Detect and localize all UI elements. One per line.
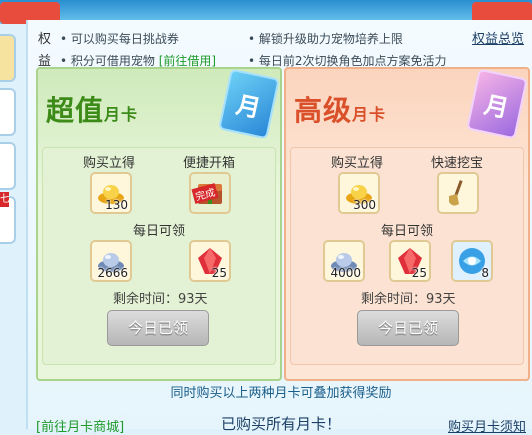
- right-daily-ticket: • 可以购买每日挑战券: [60, 32, 179, 46]
- dig-treasure-perk[interactable]: [437, 172, 479, 214]
- rights-overview-link[interactable]: 权益总览: [472, 28, 524, 47]
- card-title: 高级月卡: [294, 89, 386, 129]
- item-count: 130: [105, 198, 128, 212]
- rights-info: 权 益 • 可以购买每日挑战券 • 解锁升级助力宠物培养上限 • 积分可借用宠物…: [28, 24, 532, 69]
- premium-month-card: 高级月卡 月 购买立得 快速挖宝 300 每日可领 4000 25 8 剩余时间…: [284, 67, 530, 381]
- perk-label: 快速挖宝: [431, 156, 484, 171]
- remaining-time-value: 93天: [426, 292, 456, 307]
- remaining-time-value: 93天: [178, 292, 208, 307]
- shovel-icon: [449, 180, 463, 206]
- blue-orb-item[interactable]: 8: [451, 240, 493, 282]
- side-tab[interactable]: [0, 34, 16, 82]
- item-count: 25: [411, 266, 427, 280]
- side-tab-badge: 七: [0, 192, 10, 207]
- buy-reward-label: 购买立得: [83, 156, 136, 171]
- card-title-main: 高级: [294, 94, 353, 127]
- silver-ingot-item[interactable]: 2666: [90, 240, 132, 282]
- remaining-time: 剩余时间：93天: [113, 288, 208, 307]
- open-box-perk[interactable]: 完成: [189, 172, 231, 214]
- red-gem-item[interactable]: 25: [189, 240, 231, 282]
- card-title-main: 超值: [46, 94, 105, 127]
- silver-ingot-item[interactable]: 4000: [323, 240, 365, 282]
- card-title: 超值月卡: [46, 89, 138, 129]
- side-tab[interactable]: [0, 142, 16, 190]
- remaining-time: 剩余时间：93天: [361, 288, 456, 307]
- card-rewards: 购买立得 便捷开箱 130 完成 每日可领 2666 25 剩余时间：93天 今…: [42, 147, 276, 365]
- borrow-link[interactable]: [前往借用]: [159, 54, 216, 68]
- rights-label: 权: [38, 32, 52, 47]
- gold-ingot-item[interactable]: 300: [338, 172, 380, 214]
- month-card-icon: 月: [218, 68, 280, 140]
- item-count: 2666: [97, 266, 128, 280]
- perk-label: 便捷开箱: [183, 156, 236, 171]
- side-tab[interactable]: [0, 88, 16, 136]
- buy-reward-label: 购买立得: [331, 156, 384, 171]
- claimed-today-button[interactable]: 今日已领: [107, 310, 209, 346]
- item-count: 8: [481, 266, 489, 280]
- item-count: 300: [353, 198, 376, 212]
- item-count: 4000: [330, 266, 361, 280]
- card-title-sub: 月卡: [352, 105, 387, 124]
- stack-reward-note: 同时购买以上两种月卡可叠加获得奖励: [170, 386, 392, 401]
- value-month-card: 超值月卡 月 购买立得 便捷开箱 130 完成 每日可领 2666 25 剩余时…: [36, 67, 282, 381]
- month-card-mall-link[interactable]: [前往月卡商城]: [36, 416, 124, 435]
- right-borrow-pet-text: • 积分可借用宠物: [60, 54, 155, 68]
- card-title-sub: 月卡: [104, 105, 139, 124]
- card-rewards: 购买立得 快速挖宝 300 每日可领 4000 25 8 剩余时间：93天 今日…: [290, 147, 524, 365]
- item-count: 25: [211, 266, 227, 280]
- remaining-time-label: 剩余时间：: [361, 292, 427, 307]
- daily-reward-label: 每日可领: [381, 224, 434, 239]
- purchase-notice-link[interactable]: 购买月卡须知: [448, 416, 526, 435]
- remaining-time-label: 剩余时间：: [113, 292, 179, 307]
- month-card-panel: 权 益 • 可以购买每日挑战券 • 解锁升级助力宠物培养上限 • 积分可借用宠物…: [26, 20, 532, 435]
- daily-reward-label: 每日可领: [133, 224, 186, 239]
- month-card-icon: 月: [466, 68, 528, 140]
- gold-ingot-item[interactable]: 130: [90, 172, 132, 214]
- red-gem-item[interactable]: 25: [389, 240, 431, 282]
- claimed-today-button[interactable]: 今日已领: [357, 310, 459, 346]
- right-pet-upgrade: • 解锁升级助力宠物培养上限: [248, 32, 403, 46]
